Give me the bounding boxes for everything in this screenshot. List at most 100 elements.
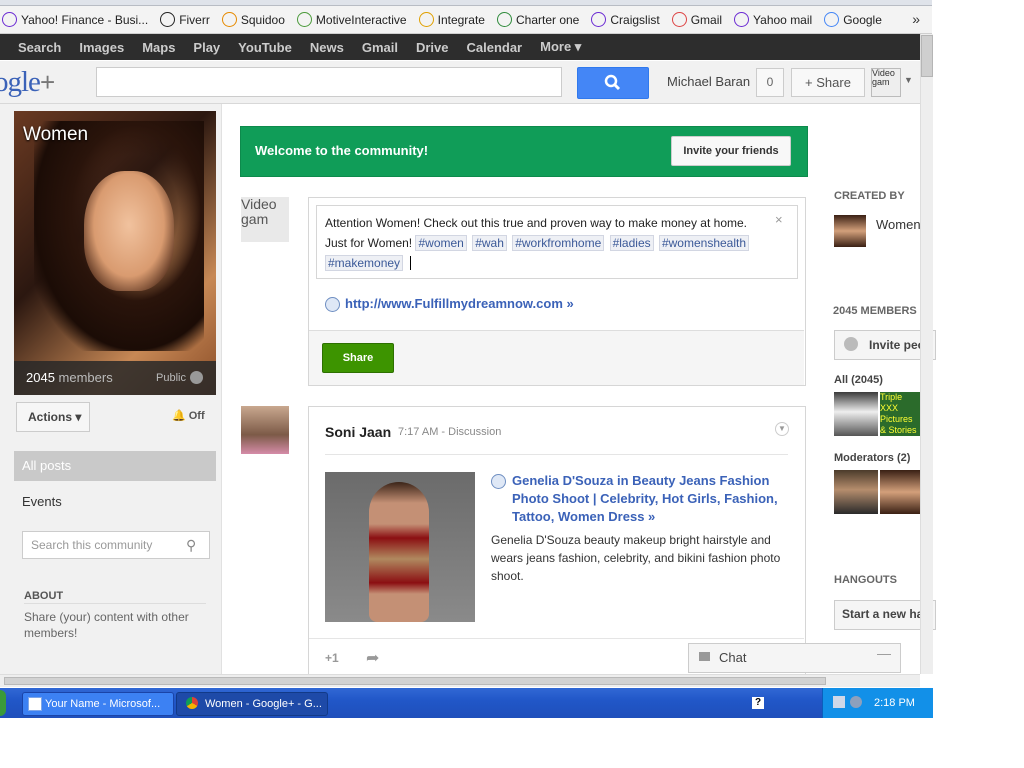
integrate-icon [418, 12, 434, 27]
share-post-button[interactable]: Share [322, 343, 394, 373]
logo-text: ogle [0, 66, 41, 98]
start-button[interactable] [0, 690, 6, 716]
gbar-link[interactable]: More ▾ [531, 39, 590, 55]
nav-events[interactable]: Events [22, 494, 62, 509]
text-cursor [410, 256, 415, 270]
taskbar-item-word[interactable]: Your Name - Microsof... [22, 692, 174, 716]
member-thumbnail[interactable] [834, 392, 878, 436]
gbar-link[interactable]: Search [0, 40, 70, 55]
bookmark-item[interactable]: Craigslist [591, 12, 660, 27]
bookmark-item[interactable]: MotiveInteractive [296, 12, 407, 27]
bookmark-item[interactable]: Charter one [496, 12, 579, 27]
bookmark-item[interactable]: Fiverr [160, 12, 210, 27]
peace-icon [591, 12, 607, 27]
vertical-scroll-thumb[interactable] [921, 35, 933, 77]
bookmark-label: Craigslist [610, 12, 660, 27]
bookmark-item[interactable]: Gmail [671, 12, 722, 27]
chevron-down-icon[interactable]: ▼ [775, 422, 789, 436]
taskbar-item-chrome[interactable]: Women - Google+ - G... [176, 692, 328, 716]
gbar-link[interactable]: Play [184, 40, 229, 55]
bookmark-item[interactable]: Yahoo! Finance - Busi... [2, 12, 148, 27]
notification-count[interactable]: 0 [756, 68, 784, 97]
gbar-link[interactable]: Maps [133, 40, 184, 55]
search-icon[interactable]: ⚲ [186, 537, 196, 554]
vertical-scrollbar[interactable] [920, 34, 933, 674]
bookmark-label: MotiveInteractive [315, 12, 407, 27]
chevron-down-icon[interactable]: ▼ [904, 75, 913, 85]
search-button[interactable] [577, 67, 649, 99]
members-count[interactable]: 2045 members [26, 370, 113, 385]
minimize-icon[interactable]: — [877, 645, 891, 661]
actions-button[interactable]: Actions ▾ [16, 402, 90, 432]
nav-all-posts[interactable]: All posts [14, 451, 216, 481]
plus-one-button[interactable]: +1 [325, 651, 339, 665]
share-button[interactable]: + Share [791, 68, 865, 97]
invite-people-label: Invite peo [869, 338, 926, 352]
bookmarks-bar: Yahoo! Finance - Busi... Fiverr Squidoo Mot… [0, 6, 932, 34]
bookmark-item[interactable]: Squidoo [221, 12, 285, 27]
moderator-thumbnail[interactable] [880, 470, 920, 514]
member-thumbnail[interactable]: Triple XXX Pictures & Stories [880, 392, 920, 436]
horizontal-scroll-thumb[interactable] [4, 677, 826, 685]
hashtag[interactable]: #womenshealth [658, 235, 750, 251]
hashtag[interactable]: #workfromhome [512, 235, 605, 251]
invite-friends-button[interactable]: Invite your friends [671, 136, 791, 166]
hashtag[interactable]: #makemoney [325, 255, 404, 271]
bookmark-label: Yahoo mail [753, 12, 813, 27]
hashtag[interactable]: #ladies [609, 235, 654, 251]
compose-text[interactable]: Attention Women! Check out this true and… [325, 213, 765, 273]
divider [24, 603, 206, 604]
moderators-link[interactable]: Moderators (2) [834, 452, 910, 464]
gbar-link[interactable]: Gmail [353, 40, 407, 55]
charter-icon [496, 12, 512, 27]
close-icon[interactable]: × [775, 212, 783, 227]
hashtag[interactable]: #wah [472, 235, 507, 251]
bookmark-item[interactable]: Yahoo mail [734, 12, 812, 27]
bookmarks-overflow-icon[interactable]: » [912, 11, 920, 27]
hashtag[interactable]: #women [415, 235, 467, 251]
motive-icon [296, 12, 312, 27]
gbar-link[interactable]: News [301, 40, 353, 55]
chrome-icon [186, 697, 198, 709]
gbar-link[interactable]: YouTube [229, 40, 301, 55]
bookmark-item[interactable]: Google [824, 12, 882, 27]
creator-avatar[interactable] [834, 215, 866, 247]
bookmark-label: Squidoo [240, 12, 285, 27]
google-icon [824, 12, 840, 27]
gbar-link[interactable]: Drive [407, 40, 458, 55]
about-heading: ABOUT [24, 590, 64, 602]
moderator-thumbnail[interactable] [834, 470, 878, 514]
gbar-link[interactable]: Images [70, 40, 133, 55]
notifications-toggle[interactable]: 🔔 Off [172, 409, 205, 422]
attached-link[interactable]: http://www.Fulfillmydreamnow.com » [345, 296, 574, 311]
members-word: members [58, 370, 113, 385]
post-link-title[interactable]: Genelia D'Souza in Beauty Jeans Fashion … [512, 472, 792, 526]
reshare-icon[interactable]: ➦ [366, 648, 379, 668]
fiverr-icon [160, 12, 176, 27]
logo-plus: + [39, 67, 55, 97]
post-author-avatar[interactable] [241, 406, 289, 454]
creator-name[interactable]: Women [876, 217, 921, 232]
all-members-link[interactable]: All (2045) [834, 374, 883, 386]
help-icon[interactable]: ? [752, 697, 764, 709]
post-meta: 7:17 AM - Discussion [398, 426, 501, 438]
composer-avatar[interactable]: Video gam [241, 197, 289, 242]
yahoo-icon [2, 12, 17, 27]
post-image[interactable] [325, 472, 475, 622]
network-icon[interactable] [833, 696, 845, 708]
word-icon [28, 697, 42, 711]
about-text: Share (your) content with other members! [24, 610, 189, 640]
google-plus-logo[interactable]: ogle+ [0, 66, 55, 99]
chat-label[interactable]: Chat [719, 650, 746, 665]
divider [325, 454, 788, 455]
post-time[interactable]: 7:17 AM [398, 426, 438, 438]
search-input[interactable] [96, 67, 562, 97]
profile-avatar[interactable]: Video gam [871, 68, 901, 97]
post-category[interactable]: Discussion [448, 426, 501, 438]
bookmark-item[interactable]: Integrate [418, 12, 485, 27]
gbar-link[interactable]: Calendar [457, 40, 531, 55]
add-person-icon [844, 337, 858, 351]
speaker-icon[interactable] [850, 696, 862, 708]
post-author[interactable]: Soni Jaan [325, 424, 391, 440]
user-name[interactable]: Michael Baran [667, 74, 750, 89]
